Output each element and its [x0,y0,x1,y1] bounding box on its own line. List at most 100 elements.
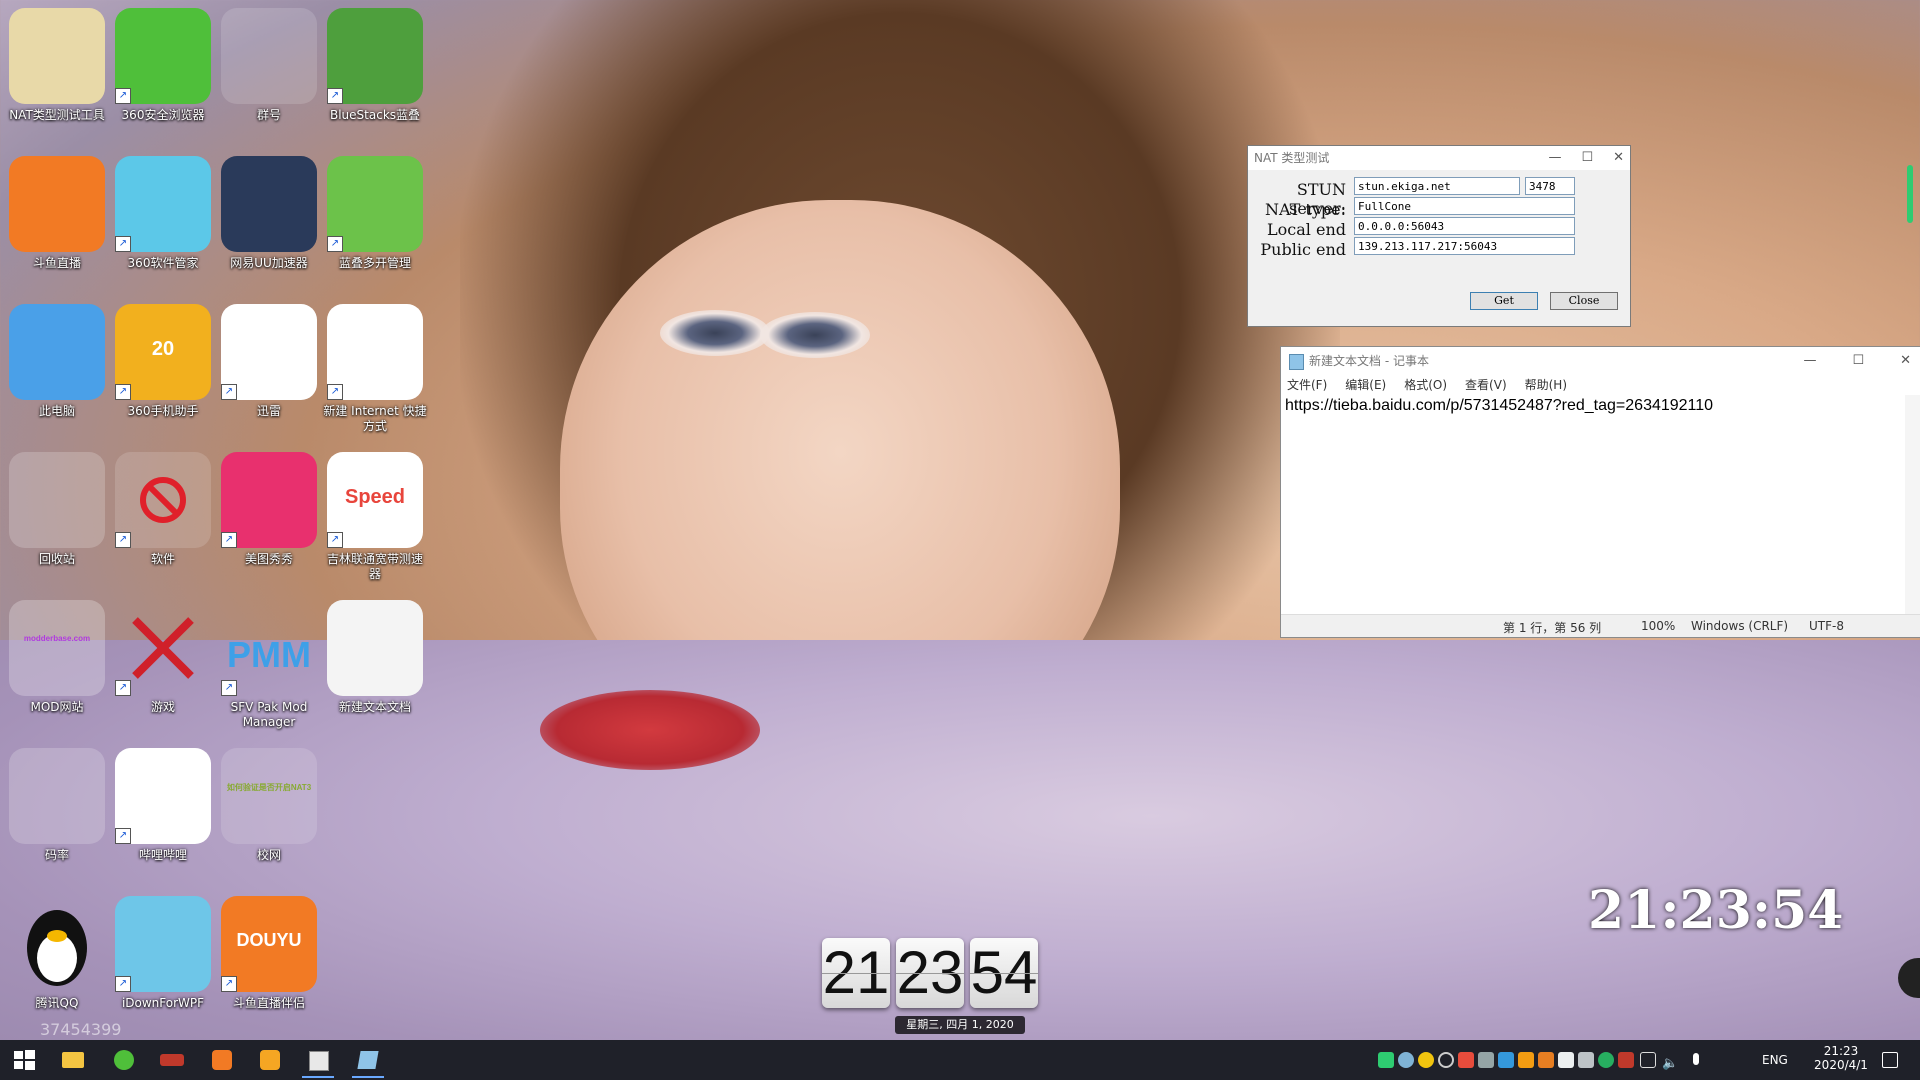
notepad-menubar: 文件(F) 编辑(E) 格式(O) 查看(V) 帮助(H) [1281,375,1920,395]
shortcut-arrow-icon: ↗ [115,680,131,696]
tray-app-icon[interactable] [1478,1052,1494,1068]
douyu-icon [212,1050,232,1070]
taskbar-clock[interactable]: 21:23 2020/4/1 [1813,1044,1869,1072]
taskbar-douyu-companion[interactable] [254,1044,286,1076]
taskbar-360-browser[interactable] [108,1044,140,1076]
desktop-icon[interactable]: 腾讯QQ [5,896,109,1011]
maximize-icon[interactable]: ☐ [1581,146,1593,170]
desktop-icon[interactable]: 码率 [5,748,109,863]
notepad-title: 新建文本文档 - 记事本 [1309,354,1429,368]
nat-test-window[interactable]: NAT 类型测试 — ☐ ✕ STUN server: stun.ekiga.n… [1247,145,1631,327]
menu-edit[interactable]: 编辑(E) [1345,375,1386,395]
tray-cloud-icon[interactable] [1418,1052,1434,1068]
tray-app-icon[interactable] [1558,1052,1574,1068]
maximize-icon[interactable]: ☐ [1852,347,1864,375]
taskbar-file-explorer[interactable] [58,1044,90,1076]
menu-view[interactable]: 查看(V) [1465,375,1507,395]
notepad-window[interactable]: 新建文本文档 - 记事本 — ☐ ✕ 文件(F) 编辑(E) 格式(O) 查看(… [1280,346,1920,638]
notepad-statusbar: 第 1 行，第 56 列 100% Windows (CRLF) UTF-8 [1281,614,1920,637]
desktop-icon[interactable]: ↗ 哔哩哔哩 [111,748,215,863]
desktop-icon[interactable]: ↗ iDownForWPF [111,896,215,1011]
qq-penguin-icon [27,910,87,986]
stun-port-stepper[interactable]: 3478 [1525,177,1575,195]
close-icon[interactable]: ✕ [1900,347,1911,375]
desktop-icon[interactable]: 网易UU加速器 [217,156,321,271]
language-indicator[interactable]: ENG [1762,1053,1788,1067]
microphone-icon[interactable] [1688,1052,1704,1068]
shortcut-arrow-icon: ↗ [221,384,237,400]
windows-icon [14,1050,35,1070]
desktop-icon[interactable]: DOUYU ↗ 斗鱼直播伴侣 [217,896,321,1011]
desktop-icon[interactable]: ↗ 蓝叠多开管理 [323,156,427,271]
app-icon: PMM ↗ [221,600,317,696]
desktop-icon[interactable]: 斗鱼直播 [5,156,109,271]
volume-icon[interactable]: 🔈 [1662,1052,1678,1071]
minimize-icon[interactable]: — [1803,347,1816,375]
nat-type-field[interactable]: FullCone [1354,197,1575,215]
shortcut-arrow-icon: ↗ [115,976,131,992]
get-button[interactable]: Get [1470,292,1538,310]
desktop-icon-label: iDownForWPF [121,996,205,1010]
local-end-field[interactable]: 0.0.0.0:56043 [1354,217,1575,235]
desktop-icon-label: 腾讯QQ [35,996,79,1010]
menu-help[interactable]: 帮助(H) [1525,375,1567,395]
desktop-icon[interactable]: ↗ 美图秀秀 [217,452,321,567]
nat-window-titlebar[interactable]: NAT 类型测试 — ☐ ✕ [1248,146,1630,170]
desktop-icon[interactable]: PMM ↗ SFV Pak Mod Manager [217,600,321,730]
tray-green-icon[interactable] [1378,1052,1394,1068]
desktop-icon[interactable]: 新建文本文档 [323,600,427,715]
status-zoom: 100% [1641,619,1676,633]
public-end-field[interactable]: 139.213.117.217:56043 [1354,237,1575,255]
desktop-icon[interactable]: 回收站 [5,452,109,567]
close-icon[interactable]: ✕ [1613,146,1624,170]
desktop-icon[interactable]: NAT类型测试工具 [5,8,109,123]
close-button[interactable]: Close [1550,292,1618,310]
start-button[interactable] [8,1044,40,1076]
notepad-scrollbar[interactable] [1905,395,1920,615]
tray-app-icon[interactable] [1618,1052,1634,1068]
tray-app-icon[interactable] [1578,1052,1594,1068]
tray-app-icon[interactable] [1458,1052,1474,1068]
notepad-titlebar[interactable]: 新建文本文档 - 记事本 — ☐ ✕ [1281,347,1920,375]
stun-server-field[interactable]: stun.ekiga.net [1354,177,1520,195]
app-icon: ↗ [221,452,317,548]
notepad-text-area[interactable]: https://tieba.baidu.com/p/5731452487?red… [1285,397,1713,415]
desktop-icon[interactable]: ↗ 游戏 [111,600,215,715]
wallpaper-lips [540,690,760,770]
app-icon [9,156,105,252]
notification-icon[interactable] [1882,1052,1898,1068]
app-icon [9,452,105,548]
tray-steam-icon[interactable] [1398,1052,1414,1068]
tray-douyu-icon[interactable] [1518,1052,1534,1068]
shortcut-arrow-icon: ↗ [327,88,343,104]
desktop-icon[interactable]: ↗ BlueStacks蓝叠 [323,8,427,123]
tray-shield-icon[interactable] [1498,1052,1514,1068]
tray-clock-icon[interactable] [1438,1052,1454,1068]
app-icon: ↗ [115,452,211,548]
tray-app-icon[interactable] [1538,1052,1554,1068]
side-gadget-bar[interactable] [1907,165,1913,223]
tray-360-icon[interactable] [1598,1052,1614,1068]
desktop-icon[interactable]: 群号 [217,8,321,123]
menu-format[interactable]: 格式(O) [1404,375,1447,395]
nat-window-title: NAT 类型测试 [1254,151,1330,165]
desktop-icon[interactable]: ↗ 新建 Internet 快捷方式 [323,304,427,434]
desktop-icon[interactable]: 如何验证是否开启NAT3 校网 [217,748,321,863]
minimize-icon[interactable]: — [1548,146,1561,170]
network-icon[interactable] [1640,1052,1656,1068]
taskbar-nat-tool[interactable] [302,1044,334,1078]
desktop-icon[interactable]: 此电脑 [5,304,109,419]
desktop-icon[interactable]: 20 ↗ 360手机助手 [111,304,215,419]
desktop-icon-label: 美图秀秀 [244,552,293,566]
desktop-icon[interactable]: modderbase.com MOD网站 [5,600,109,715]
menu-file[interactable]: 文件(F) [1287,375,1327,395]
taskbar-notepad[interactable] [352,1044,384,1078]
desktop-icon[interactable]: ↗ 迅雷 [217,304,321,419]
taskbar-game-app[interactable] [156,1044,188,1076]
desktop-icon[interactable]: Speed ↗ 吉林联通宽带测速器 [323,452,427,582]
taskbar-douyu[interactable] [206,1044,238,1076]
desktop-icon[interactable]: ↗ 软件 [111,452,215,567]
desktop-icon[interactable]: ↗ 360安全浏览器 [111,8,215,123]
douyu-companion-icon [260,1050,280,1070]
desktop-icon[interactable]: ↗ 360软件管家 [111,156,215,271]
